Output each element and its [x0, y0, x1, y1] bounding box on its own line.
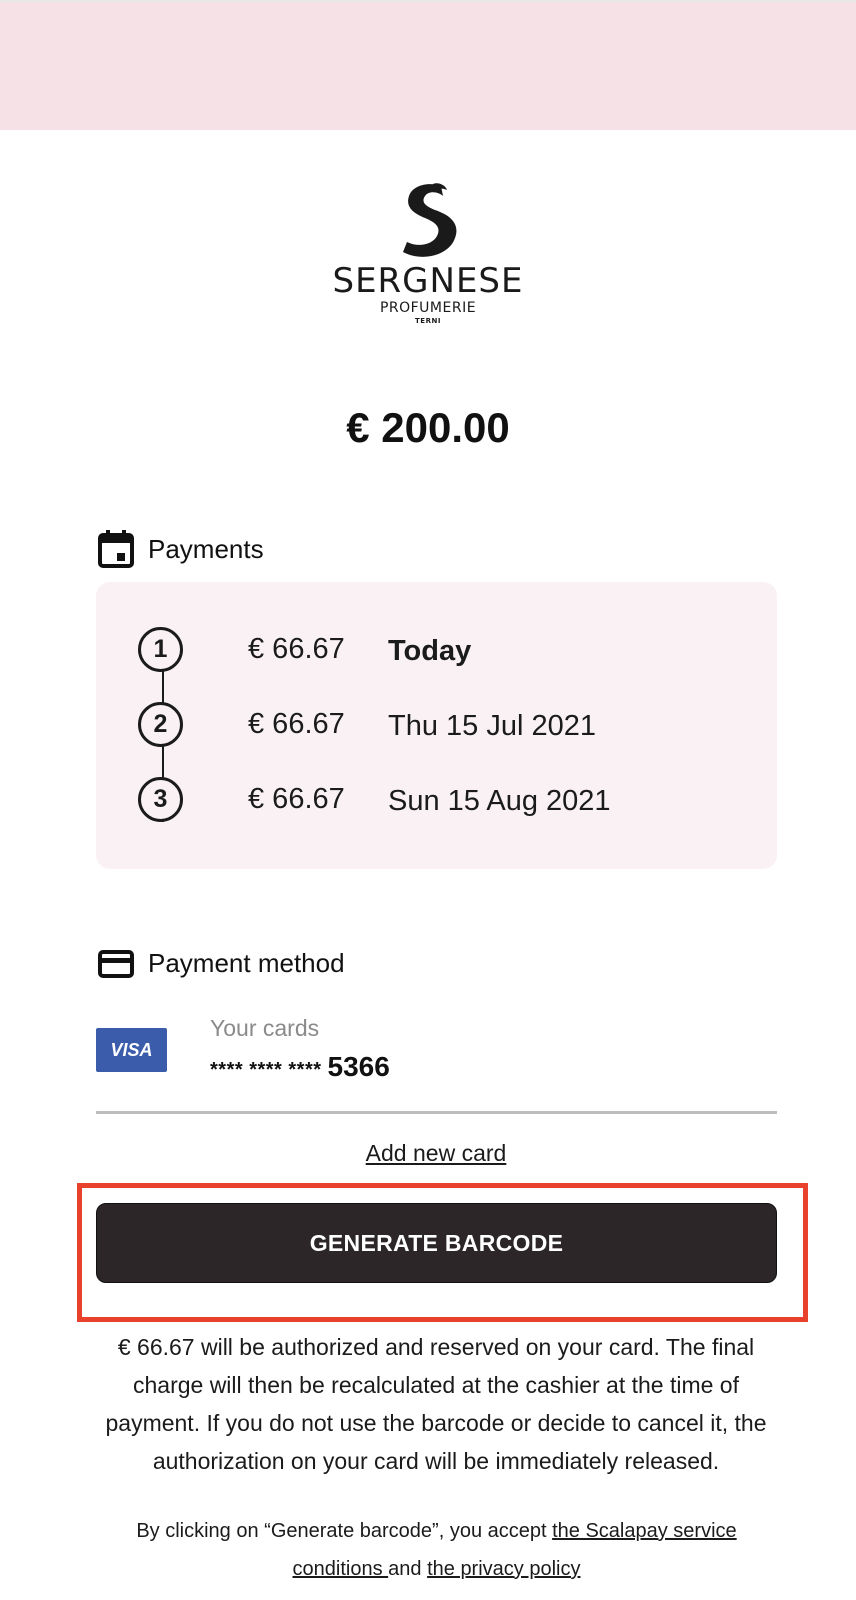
installment-amount-2: € 66.67 [248, 708, 345, 740]
installment-row-3: 3 € 66.67 Sun 15 Aug 2021 [96, 777, 777, 827]
merchant-subtitle: PROFUMERIE [379, 300, 477, 316]
card-number[interactable]: **** **** **** 5366 [210, 1051, 390, 1083]
generate-barcode-button[interactable]: GENERATE BARCODE [96, 1203, 777, 1283]
legal-prefix: By clicking on “Generate barcode”, you a… [136, 1520, 553, 1542]
payment-method-title: Payment method [148, 948, 345, 978]
merchant-name: SERGNESE [332, 261, 524, 301]
installment-row-2: 2 € 66.67 Thu 15 Jul 2021 [96, 702, 777, 752]
installment-date-3: Sun 15 Aug 2021 [388, 785, 611, 817]
merchant-city: TERNI [415, 317, 441, 325]
card-masked-digits: **** **** **** [210, 1059, 322, 1081]
installment-date-2: Thu 15 Jul 2021 [388, 710, 596, 742]
visa-card-icon[interactable]: VISA [96, 1028, 167, 1072]
installment-amount-1: € 66.67 [248, 633, 345, 665]
privacy-policy-link[interactable]: the privacy policy [427, 1558, 580, 1580]
your-cards-label: Your cards [210, 1015, 320, 1041]
installment-date-1: Today [388, 635, 472, 667]
order-total: € 200.00 [346, 404, 510, 451]
payments-title: Payments [148, 533, 264, 564]
authorization-notice: € 66.67 will be authorized and reserved … [105, 1334, 767, 1474]
card-last4: 5366 [327, 1051, 390, 1082]
merchant-s-logo-icon [403, 183, 457, 257]
installment-number-3: 3 [138, 777, 183, 822]
header-band [0, 0, 856, 130]
card-divider [96, 1111, 777, 1114]
installment-amount-3: € 66.67 [248, 783, 345, 815]
installment-number-1: 1 [138, 627, 183, 672]
credit-card-icon [98, 949, 134, 978]
payments-header: Payments [98, 530, 264, 568]
installment-number-2: 2 [138, 702, 183, 747]
payment-method-header: Payment method [98, 948, 345, 979]
merchant-logo: SERGNESE PROFUMERIE TERNI [0, 182, 856, 326]
legal-notice: By clicking on “Generate barcode”, you a… [96, 1512, 777, 1588]
calendar-icon [98, 530, 134, 568]
installment-row-1: 1 € 66.67 Today [96, 627, 777, 677]
installments-panel: 1 € 66.67 Today 2 € 66.67 Thu 15 Jul 202… [96, 582, 777, 869]
legal-and: and [388, 1558, 428, 1580]
add-new-card-link[interactable]: Add new card [0, 1140, 856, 1167]
